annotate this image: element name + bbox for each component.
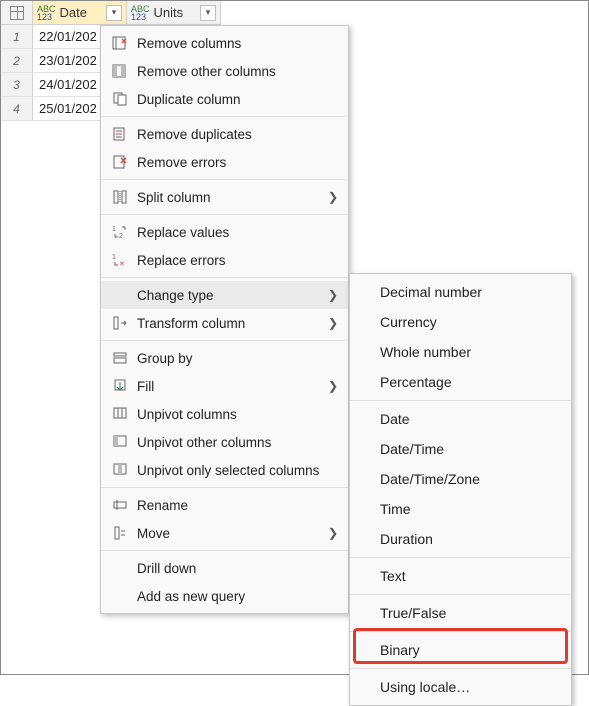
menu-drill-down[interactable]: Drill down bbox=[101, 554, 348, 582]
column-filter-button[interactable]: ▾ bbox=[200, 5, 216, 21]
remove-errors-icon bbox=[109, 154, 131, 170]
change-type-submenu: Decimal number Currency Whole number Per… bbox=[349, 273, 572, 706]
unpivot-other-columns-icon bbox=[109, 434, 131, 450]
menu-separator bbox=[350, 557, 571, 558]
datatype-icon: ABC123 bbox=[131, 5, 150, 21]
menu-separator bbox=[350, 594, 571, 595]
column-header-date[interactable]: ABC123 Date ▾ bbox=[33, 1, 127, 24]
column-filter-button[interactable]: ▾ bbox=[106, 5, 122, 21]
replace-values-icon: 12 bbox=[109, 224, 131, 240]
submenu-percentage[interactable]: Percentage bbox=[350, 367, 571, 397]
menu-unpivot-other-columns[interactable]: Unpivot other columns bbox=[101, 428, 348, 456]
menu-split-column[interactable]: Split column ❯ bbox=[101, 183, 348, 211]
unpivot-selected-icon bbox=[109, 462, 131, 478]
rename-icon bbox=[109, 497, 131, 513]
svg-text:1: 1 bbox=[112, 226, 116, 233]
fill-icon bbox=[109, 378, 131, 394]
chevron-right-icon: ❯ bbox=[328, 526, 338, 540]
submenu-date[interactable]: Date bbox=[350, 404, 571, 434]
svg-text:✕: ✕ bbox=[119, 261, 125, 268]
row-number: 2 bbox=[1, 49, 33, 72]
submenu-using-locale[interactable]: Using locale… bbox=[350, 672, 571, 702]
submenu-whole-number[interactable]: Whole number bbox=[350, 337, 571, 367]
move-icon bbox=[109, 525, 131, 541]
split-column-icon bbox=[109, 189, 131, 205]
table-icon bbox=[10, 6, 24, 20]
submenu-time[interactable]: Time bbox=[350, 494, 571, 524]
menu-separator bbox=[101, 214, 348, 215]
svg-text:1: 1 bbox=[112, 254, 116, 261]
menu-unpivot-only-selected-columns[interactable]: Unpivot only selected columns bbox=[101, 456, 348, 484]
menu-change-type[interactable]: Change type ❯ bbox=[101, 281, 348, 309]
submenu-true-false[interactable]: True/False bbox=[350, 598, 571, 628]
menu-group-by[interactable]: Group by bbox=[101, 344, 348, 372]
chevron-right-icon: ❯ bbox=[328, 316, 338, 330]
menu-separator bbox=[101, 550, 348, 551]
submenu-date-time[interactable]: Date/Time bbox=[350, 434, 571, 464]
table-corner-cell[interactable] bbox=[1, 1, 33, 24]
menu-move[interactable]: Move ❯ bbox=[101, 519, 348, 547]
datatype-icon: ABC123 bbox=[37, 5, 56, 21]
menu-fill[interactable]: Fill ❯ bbox=[101, 372, 348, 400]
remove-duplicates-icon bbox=[109, 126, 131, 142]
menu-remove-other-columns[interactable]: Remove other columns bbox=[101, 57, 348, 85]
menu-separator bbox=[101, 340, 348, 341]
menu-separator bbox=[101, 277, 348, 278]
table-header-row: ABC123 Date ▾ ABC123 Units ▾ bbox=[1, 1, 221, 25]
chevron-right-icon: ❯ bbox=[328, 379, 338, 393]
menu-remove-columns[interactable]: Remove columns bbox=[101, 29, 348, 57]
menu-separator bbox=[101, 179, 348, 180]
remove-other-columns-icon bbox=[109, 63, 131, 79]
submenu-decimal-number[interactable]: Decimal number bbox=[350, 277, 571, 307]
menu-unpivot-columns[interactable]: Unpivot columns bbox=[101, 400, 348, 428]
row-number: 3 bbox=[1, 73, 33, 96]
submenu-text[interactable]: Text bbox=[350, 561, 571, 591]
row-number: 4 bbox=[1, 97, 33, 120]
column-label: Date bbox=[60, 5, 102, 20]
menu-separator bbox=[350, 400, 571, 401]
menu-replace-errors[interactable]: 1✕ Replace errors bbox=[101, 246, 348, 274]
chevron-right-icon: ❯ bbox=[328, 190, 338, 204]
menu-replace-values[interactable]: 12 Replace values bbox=[101, 218, 348, 246]
remove-columns-icon bbox=[109, 35, 131, 51]
menu-remove-errors[interactable]: Remove errors bbox=[101, 148, 348, 176]
column-label: Units bbox=[154, 5, 196, 20]
menu-separator bbox=[101, 116, 348, 117]
row-number: 1 bbox=[1, 25, 33, 48]
transform-column-icon bbox=[109, 315, 131, 331]
menu-separator bbox=[350, 631, 571, 632]
svg-text:2: 2 bbox=[119, 233, 123, 240]
group-by-icon bbox=[109, 350, 131, 366]
menu-separator bbox=[350, 668, 571, 669]
menu-separator bbox=[101, 487, 348, 488]
menu-duplicate-column[interactable]: Duplicate column bbox=[101, 85, 348, 113]
replace-errors-icon: 1✕ bbox=[109, 252, 131, 268]
column-header-units[interactable]: ABC123 Units ▾ bbox=[127, 1, 221, 24]
context-menu: Remove columns Remove other columns Dupl… bbox=[100, 25, 349, 614]
menu-add-as-new-query[interactable]: Add as new query bbox=[101, 582, 348, 610]
menu-transform-column[interactable]: Transform column ❯ bbox=[101, 309, 348, 337]
menu-rename[interactable]: Rename bbox=[101, 491, 348, 519]
submenu-date-time-zone[interactable]: Date/Time/Zone bbox=[350, 464, 571, 494]
duplicate-column-icon bbox=[109, 91, 131, 107]
submenu-duration[interactable]: Duration bbox=[350, 524, 571, 554]
menu-remove-duplicates[interactable]: Remove duplicates bbox=[101, 120, 348, 148]
submenu-currency[interactable]: Currency bbox=[350, 307, 571, 337]
submenu-binary[interactable]: Binary bbox=[350, 635, 571, 665]
chevron-right-icon: ❯ bbox=[328, 288, 338, 302]
unpivot-columns-icon bbox=[109, 406, 131, 422]
